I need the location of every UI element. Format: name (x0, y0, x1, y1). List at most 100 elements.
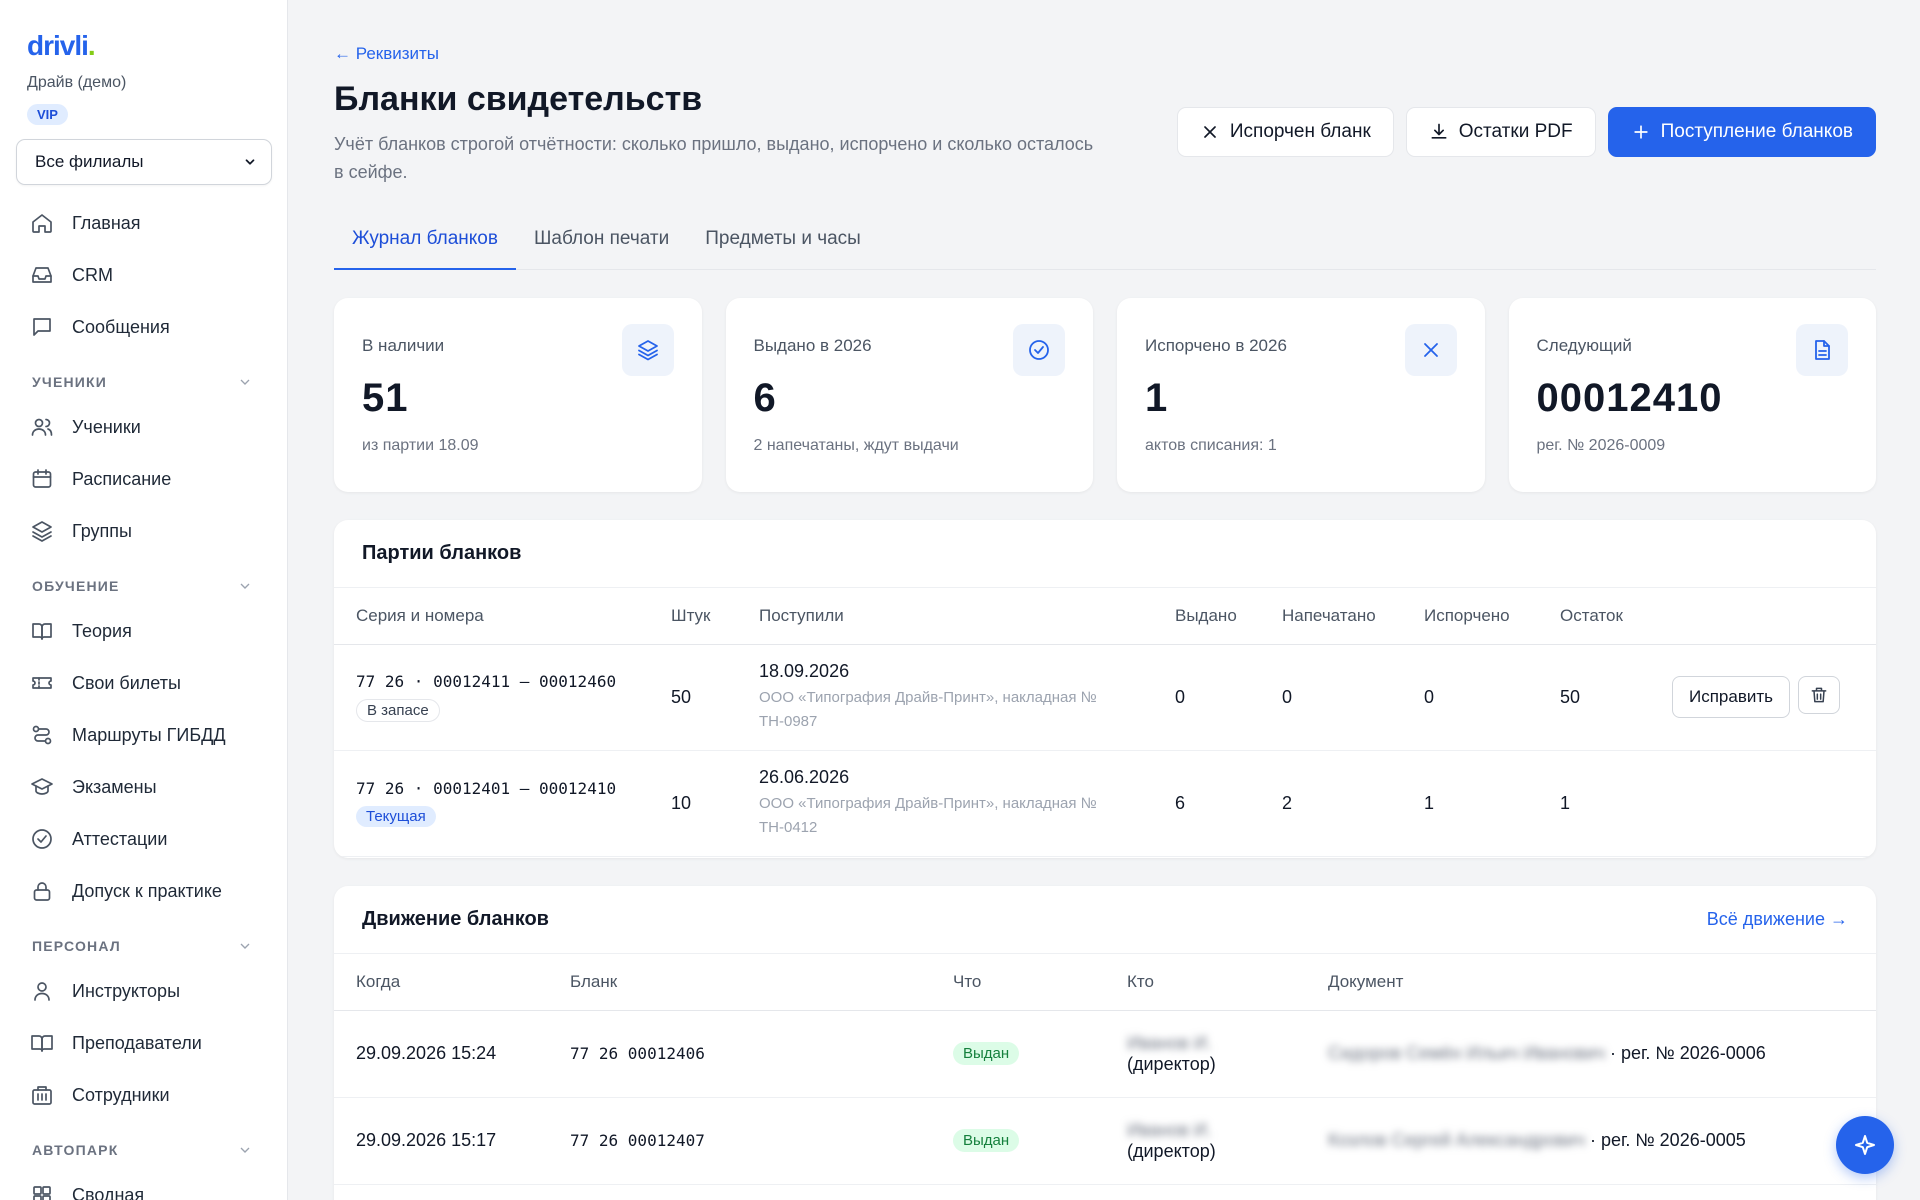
sidebar-item-home[interactable]: Главная (16, 197, 271, 249)
document-name[interactable]: Козлов Сергей Александрович (1328, 1130, 1585, 1150)
stat-sub: 2 напечатаны, ждут выдачи (753, 437, 959, 454)
series-cell: 77 26 · 00012411 — 00012460 В запасе (334, 644, 649, 751)
spoiled-blank-button[interactable]: Испорчен бланк (1176, 107, 1394, 157)
close-icon (1423, 343, 1438, 357)
sidebar-item-label: Ученики (72, 416, 141, 437)
stat-icon-box (1796, 324, 1848, 376)
assistant-button[interactable] (1836, 1116, 1894, 1174)
chevron-down-icon (245, 159, 255, 165)
column-header: Испорчено (1402, 588, 1538, 645)
delete-button[interactable] (1798, 676, 1841, 714)
column-header: Остаток (1538, 588, 1650, 645)
printed-cell: 2 (1260, 750, 1402, 857)
receipt-button[interactable]: Поступление бланков (1607, 107, 1876, 157)
message-icon (33, 318, 51, 336)
plan-badge: VIP (27, 104, 68, 125)
batches-table: Серия и номера Штук Поступили Выдано Нап… (334, 588, 1876, 857)
sidebar-item-tickets[interactable]: Свои билеты (16, 657, 271, 709)
remainders-pdf-label: Остатки PDF (1458, 121, 1573, 142)
stat-value: 51 (362, 376, 409, 420)
document-icon (1815, 340, 1830, 360)
who-name: Иванов И. (1127, 1119, 1212, 1140)
building-icon (32, 1086, 52, 1105)
stat-card-in-stock: В наличии 51 из партии 18.09 (334, 298, 702, 492)
sidebar-item-instructors[interactable]: Инструкторы (16, 965, 271, 1017)
what-cell: Выдан (931, 1097, 1105, 1185)
fix-button[interactable]: Исправить (1672, 676, 1791, 718)
grid-icon (33, 1186, 51, 1200)
stat-icon-box (1404, 324, 1457, 376)
stat-value: 6 (753, 376, 777, 420)
tab-blanks-journal[interactable]: Журнал бланков (334, 220, 516, 270)
sidebar-section-students[interactable]: УЧЕНИКИ (16, 353, 271, 401)
sidebar-nav: Главная CRM Сообщения УЧЕНИКИ Ученики Ра… (16, 197, 271, 1200)
remainders-pdf-button[interactable]: Остатки PDF (1405, 107, 1596, 157)
branch-select[interactable]: Все филиалы (16, 139, 272, 185)
all-movements-link[interactable]: Всё движение → (1707, 909, 1848, 930)
sidebar-item-theory[interactable]: Теория (16, 605, 271, 657)
stat-icon-box (621, 324, 674, 376)
column-header: Напечатано (1260, 588, 1402, 645)
back-link[interactable]: ← Реквизиты (334, 44, 439, 64)
sidebar-item-crm[interactable]: CRM (16, 249, 271, 301)
sidebar-item-label: Экзамены (72, 776, 157, 797)
sidebar-section-training[interactable]: ОБУЧЕНИЕ (16, 557, 271, 605)
sidebar-item-label: Группы (72, 520, 132, 541)
book-icon (32, 623, 52, 640)
page-title: Бланки свидетельств (334, 80, 703, 118)
sidebar-item-label: Расписание (72, 468, 172, 489)
document-name[interactable]: Сидоров Семён Ильич Иванович (1328, 1043, 1605, 1063)
table-row: 77 26 · 00012401 — 00012410 Текущая 10 2… (334, 750, 1876, 857)
actions-cell: Исправить (1650, 644, 1876, 751)
org-name: Драйв (демо) (27, 74, 127, 91)
lock-icon (33, 882, 51, 901)
batches-panel: Партии бланков Серия и номера Штук Посту… (334, 520, 1876, 858)
remainder-cell: 1 (1538, 750, 1650, 857)
sidebar-item-employees[interactable]: Сотрудники (16, 1069, 271, 1121)
printed-cell: 0 (1260, 644, 1402, 751)
sidebar-item-summary[interactable]: Сводная (16, 1169, 271, 1200)
chevron-down-icon (240, 583, 250, 589)
batches-panel-header: Партии бланков (334, 520, 1876, 588)
table-header-row: Серия и номера Штук Поступили Выдано Нап… (334, 588, 1876, 645)
tab-subjects-hours[interactable]: Предметы и часы (687, 220, 879, 270)
sidebar-item-label: Сообщения (72, 316, 170, 337)
received-date: 18.09.2026 (759, 660, 850, 681)
what-cell: Выдан (931, 1010, 1105, 1098)
header-actions: Испорчен бланк Остатки PDF Поступление б… (1176, 107, 1876, 157)
remainder-cell: 50 (1538, 644, 1650, 751)
sidebar-item-certifications[interactable]: Аттестации (16, 813, 271, 865)
sidebar-item-label: Теория (72, 620, 132, 641)
document-reg: · рег. № 2026-0005 (1589, 1130, 1746, 1150)
sidebar-item-messages[interactable]: Сообщения (16, 301, 271, 353)
sidebar-item-routes[interactable]: Маршруты ГИБДД (16, 709, 271, 761)
sidebar-item-practice-access[interactable]: Допуск к практике (16, 865, 271, 917)
status-badge: Выдан (953, 1129, 1020, 1152)
tab-print-template[interactable]: Шаблон печати (516, 220, 687, 270)
received-cell: 18.09.2026 ООО «Типография Драйв-Принт»,… (737, 644, 1153, 751)
stat-icon-box (1013, 324, 1065, 376)
sidebar-item-schedule[interactable]: Расписание (16, 453, 271, 505)
logo[interactable]: drivli. (27, 30, 271, 62)
column-header-actions (1650, 588, 1876, 645)
sidebar-item-teachers[interactable]: Преподаватели (16, 1017, 271, 1069)
trash-icon (1811, 687, 1827, 703)
actions-cell (1650, 750, 1876, 857)
sidebar-item-groups[interactable]: Группы (16, 505, 271, 557)
series-cell: 77 26 · 00012401 — 00012410 Текущая (334, 750, 649, 857)
movements-table: Когда Бланк Что Кто Документ 29.09.2026 … (334, 954, 1876, 1185)
panel-title: Движение бланков (362, 908, 549, 930)
document-cell: Козлов Сергей Александрович · рег. № 202… (1306, 1097, 1876, 1185)
main-content: ← Реквизиты Бланки свидетельств Учёт бла… (288, 0, 1920, 1200)
sidebar-item-exams[interactable]: Экзамены (16, 761, 271, 813)
sidebar-section-fleet[interactable]: АВТОПАРК (16, 1121, 271, 1169)
check-circle-icon (32, 829, 52, 849)
table-header-row: Когда Бланк Что Кто Документ (334, 954, 1876, 1011)
sidebar-section-staff[interactable]: ПЕРСОНАЛ (16, 917, 271, 965)
issued-cell: 0 (1153, 644, 1260, 751)
document-cell: Сидоров Семён Ильич Иванович · рег. № 20… (1306, 1010, 1876, 1098)
users-icon (31, 418, 53, 436)
sidebar-item-students[interactable]: Ученики (16, 401, 271, 453)
ticket-icon (32, 677, 52, 689)
sidebar-item-label: Главная (72, 212, 141, 233)
